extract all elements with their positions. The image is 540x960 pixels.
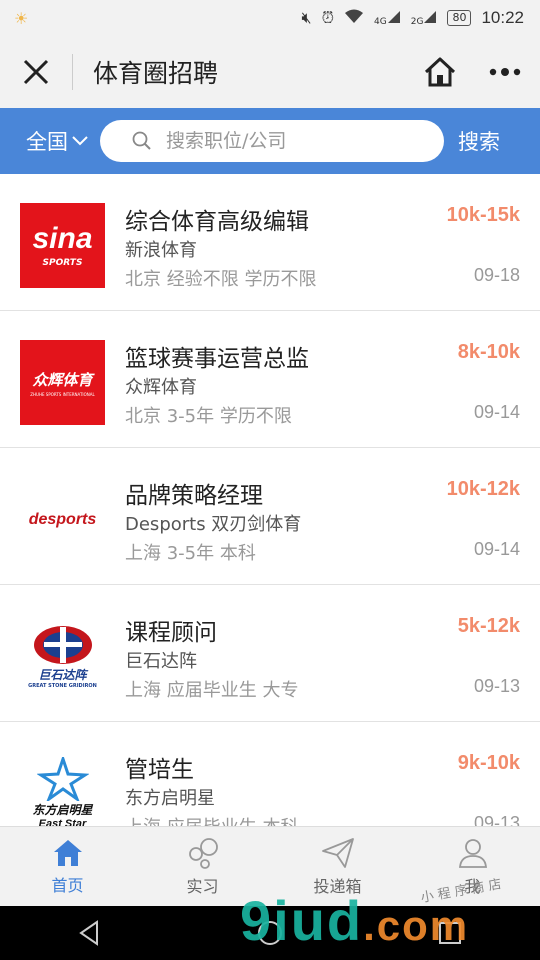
logo-subtext: East Star [38, 818, 87, 826]
salary-range: 9k-10k [457, 752, 520, 774]
wifi-icon [344, 8, 364, 28]
company-name: 东方启明星 [125, 788, 215, 809]
weather-icon: ☀ [14, 8, 29, 28]
status-bar: ☀ 🔇︎ ⏰︎ 4G 2G 80 10:22 [0, 0, 540, 36]
chevron-down-icon [72, 136, 88, 146]
company-name: Desports 双刃剑体育 [125, 514, 302, 535]
job-meta: 北京 经验不限 学历不限 [125, 269, 317, 290]
home-button[interactable] [410, 56, 470, 88]
logo-subtext: SPORTS [42, 257, 83, 268]
job-meta: 上海 3-5年 本科 [125, 543, 256, 564]
company-logo-great-stone: 巨石达阵 GREAT STONE GRIDIRON [20, 614, 105, 699]
title-bar: 体育圈招聘 [0, 36, 540, 108]
mute-icon: 🔇︎ [301, 8, 312, 27]
more-button[interactable] [470, 67, 540, 77]
region-label: 全国 [26, 130, 68, 154]
tab-home[interactable]: 首页 [0, 827, 135, 906]
job-meta: 上海 应届毕业生 大专 [125, 680, 299, 701]
post-date: 09-13 [473, 813, 520, 826]
logo-subtext: ZHUHE SPORTS INTERNATIONAL [30, 391, 95, 397]
salary-range: 8k-10k [457, 341, 520, 363]
job-title: 管培生 [125, 757, 194, 783]
page-title: 体育圈招聘 [93, 59, 219, 88]
tab-label: 首页 [51, 875, 84, 895]
job-item[interactable]: 众辉体育 ZHUHE SPORTS INTERNATIONAL 篮球赛事运营总监… [0, 311, 540, 448]
job-title: 综合体育高级编辑 [125, 209, 309, 235]
battery-indicator: 80 [447, 10, 472, 26]
close-icon [23, 59, 49, 85]
job-title: 篮球赛事运营总监 [125, 346, 309, 372]
post-date: 09-13 [473, 676, 520, 696]
star-logo-icon [36, 757, 89, 801]
post-date: 09-18 [473, 265, 520, 285]
job-meta: 上海 应届毕业生 本科 [125, 813, 298, 826]
search-button[interactable]: 搜索 [458, 126, 500, 156]
bubbles-icon [188, 837, 218, 869]
watermark-suffix: .com [363, 902, 470, 949]
company-logo-zhonghui: 众辉体育 ZHUHE SPORTS INTERNATIONAL [20, 340, 105, 425]
signal-4g-icon: 4G [374, 10, 401, 27]
company-name: 巨石达阵 [125, 651, 197, 672]
company-name: 新浪体育 [125, 240, 197, 261]
status-icons: 🔇︎ ⏰︎ 4G 2G 80 10:22 [301, 8, 524, 28]
logo-wordmark: 东方启明星 [32, 803, 93, 817]
job-item[interactable]: 东方启明星 East Star 管培生 东方启明星 上海 应届毕业生 本科 9k… [0, 722, 540, 826]
post-date: 09-14 [473, 539, 520, 559]
search-bar: 全国 搜索 [0, 108, 540, 174]
company-logo-sina: sina SPORTS [20, 203, 105, 288]
back-icon[interactable] [77, 920, 103, 946]
company-name: 众辉体育 [125, 377, 197, 398]
job-meta: 北京 3-5年 学历不限 [125, 406, 292, 427]
tab-label: 实习 [186, 876, 219, 896]
logo-wordmark: 巨石达阵 [38, 668, 87, 682]
company-logo-desports: desports [20, 477, 105, 562]
close-button[interactable] [0, 36, 72, 108]
send-icon [321, 837, 354, 868]
job-item[interactable]: sina SPORTS 综合体育高级编辑 新浪体育 北京 经验不限 学历不限 1… [0, 174, 540, 311]
salary-range: 10k-15k [446, 204, 520, 226]
alarm-icon: ⏰︎ [321, 8, 335, 27]
job-list: sina SPORTS 综合体育高级编辑 新浪体育 北京 经验不限 学历不限 1… [0, 174, 540, 826]
salary-range: 10k-12k [446, 478, 520, 500]
title-divider [72, 54, 73, 90]
job-item[interactable]: 巨石达阵 GREAT STONE GRIDIRON 课程顾问 巨石达阵 上海 应… [0, 585, 540, 722]
logo-wordmark: sina [32, 221, 93, 255]
search-input[interactable] [164, 129, 418, 153]
profile-icon [458, 838, 487, 868]
search-icon [132, 131, 151, 150]
salary-range: 5k-12k [457, 615, 520, 637]
football-logo-icon [33, 626, 92, 664]
logo-subtext: GREAT STONE GRIDIRON [28, 683, 97, 689]
region-selector[interactable]: 全国 [26, 126, 96, 156]
more-icon [489, 68, 521, 76]
watermark-main: 9iud [240, 889, 364, 952]
company-logo-east-star: 东方启明星 East Star [20, 751, 105, 826]
post-date: 09-14 [473, 402, 520, 422]
logo-wordmark: desports [28, 510, 97, 528]
search-box[interactable] [100, 120, 444, 162]
home-icon [53, 839, 82, 866]
job-title: 课程顾问 [125, 620, 217, 646]
home-icon [424, 57, 456, 87]
logo-wordmark: 众辉体育 [32, 370, 93, 389]
job-item[interactable]: desports 品牌策略经理 Desports 双刃剑体育 上海 3-5年 本… [0, 448, 540, 585]
clock: 10:22 [481, 8, 524, 27]
job-title: 品牌策略经理 [125, 483, 263, 509]
signal-2g-icon: 2G [411, 10, 438, 27]
